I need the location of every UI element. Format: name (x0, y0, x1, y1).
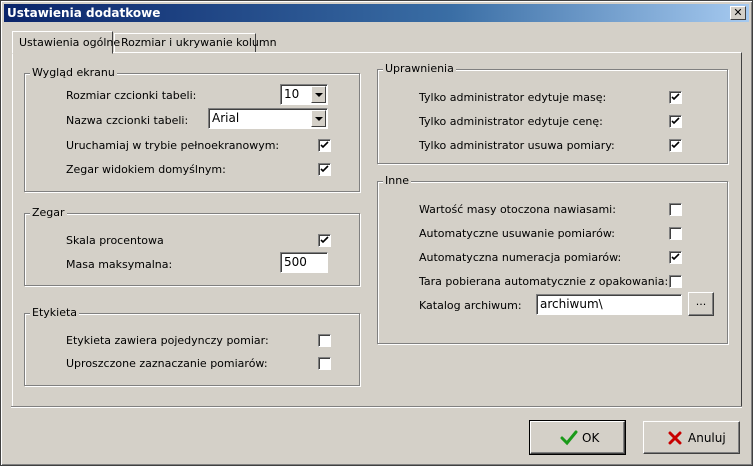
group-title: Etykieta (30, 306, 80, 319)
chevron-down-icon[interactable] (311, 110, 326, 127)
auto-numbering-label: Automatyczna numeracja pomiarów: (419, 251, 622, 264)
mass-brackets-label: Wartość masy otoczona nawiasami: (419, 203, 616, 216)
title-bar[interactable]: Ustawienia dodatkowe ✕ (4, 4, 749, 22)
other-group: Inne Wartość masy otoczona nawiasami: Au… (377, 174, 728, 344)
font-name-value: Arial (212, 111, 240, 125)
admin-delete-checkbox[interactable] (669, 139, 682, 152)
clock-group: Zegar Skala procentowa Masa maksymalna: … (24, 206, 360, 286)
admin-edit-mass-label: Tylko administrator edytuje masę: (419, 91, 607, 104)
close-button[interactable]: ✕ (730, 6, 746, 20)
auto-tare-label: Tara pobierana automatycznie z opakowani… (419, 275, 669, 288)
single-measure-label: Etykieta zawiera pojedynczy pomiar: (66, 334, 269, 347)
auto-delete-checkbox[interactable] (669, 227, 682, 240)
separator (11, 406, 742, 408)
group-title: Wygląd ekranu (30, 66, 117, 79)
ok-label: OK (582, 431, 600, 445)
tab-general-settings[interactable]: Ustawienia ogólne (12, 31, 120, 54)
archive-label: Katalog archiwum: (419, 299, 522, 312)
tab-label: Rozmiar i ukrywanie kolumn (121, 36, 277, 49)
cancel-button[interactable]: Anuluj (643, 421, 740, 454)
archive-value: archiwum\ (540, 297, 603, 311)
font-name-label: Nazwa czcionki tabeli: (66, 114, 189, 127)
checkmark-icon (560, 430, 578, 446)
tab-panel: Wygląd ekranu Rozmiar czcionki tabeli: 1… (12, 52, 742, 408)
simplified-selection-label: Uproszczone zaznaczanie pomiarów: (66, 357, 268, 370)
auto-numbering-checkbox[interactable] (669, 251, 682, 264)
max-mass-value: 500 (284, 255, 307, 269)
max-mass-label: Masa maksymalna: (66, 258, 173, 271)
mass-brackets-checkbox[interactable] (669, 203, 682, 216)
tab-column-size[interactable]: Rozmiar i ukrywanie kolumn (114, 33, 277, 53)
browse-button[interactable]: ... (688, 292, 714, 316)
group-title: Inne (383, 174, 411, 187)
window-title: Ustawienia dodatkowe (7, 6, 161, 20)
group-title: Zegar (30, 206, 67, 219)
label-group: Etykieta Etykieta zawiera pojedynczy pom… (24, 306, 360, 386)
simplified-selection-checkbox[interactable] (318, 357, 331, 370)
tab-label: Ustawienia ogólne (19, 36, 121, 49)
close-icon: ✕ (733, 6, 743, 19)
fullscreen-checkbox[interactable] (318, 139, 331, 152)
cancel-label: Anuluj (688, 431, 726, 445)
dialog-window: Ustawienia dodatkowe ✕ Ustawienia ogólne… (0, 0, 753, 466)
auto-tare-checkbox[interactable] (669, 275, 682, 288)
font-size-select[interactable]: 10 (280, 84, 328, 105)
fullscreen-label: Uruchamiaj w trybie pełnoekranowym: (66, 139, 280, 152)
percent-scale-label: Skala procentowa (66, 234, 164, 247)
admin-edit-price-label: Tylko administrator edytuje cenę: (419, 115, 603, 128)
admin-delete-label: Tylko administrator usuwa pomiary: (419, 139, 615, 152)
screen-appearance-group: Wygląd ekranu Rozmiar czcionki tabeli: 1… (24, 66, 360, 192)
max-mass-input[interactable]: 500 (280, 252, 328, 273)
admin-edit-price-checkbox[interactable] (669, 115, 682, 128)
archive-input[interactable]: archiwum\ (536, 294, 682, 315)
font-name-select[interactable]: Arial (208, 108, 328, 129)
admin-edit-mass-checkbox[interactable] (669, 91, 682, 104)
clock-default-label: Zegar widokiem domyślnym: (66, 163, 226, 176)
single-measure-checkbox[interactable] (318, 334, 331, 347)
permissions-group: Uprawnienia Tylko administrator edytuje … (377, 62, 728, 164)
font-size-value: 10 (284, 87, 300, 101)
percent-scale-checkbox[interactable] (318, 234, 331, 247)
ok-button[interactable]: OK (529, 420, 626, 455)
cross-icon (668, 431, 682, 445)
clock-default-checkbox[interactable] (318, 163, 331, 176)
group-title: Uprawnienia (383, 62, 456, 75)
browse-label: ... (695, 295, 707, 308)
font-size-label: Rozmiar czcionki tabeli: (66, 89, 197, 102)
auto-delete-label: Automatyczne usuwanie pomiarów: (419, 227, 615, 240)
chevron-down-icon[interactable] (311, 86, 326, 103)
